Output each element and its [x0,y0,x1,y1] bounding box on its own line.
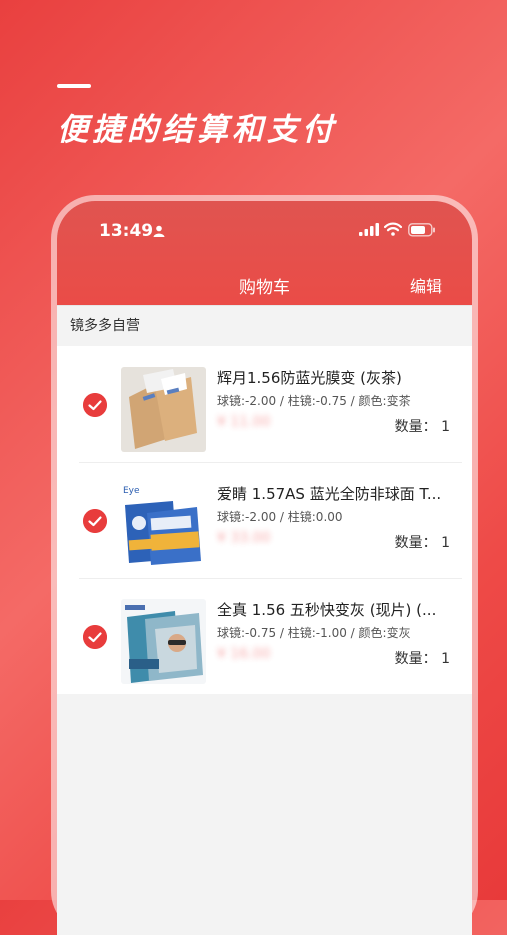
product-price: ¥ 33.00 [217,530,271,546]
phone-screen: 13:49 购物车 编辑 镜多多自营 辉月1.56防蓝光膜变 (灰茶) 球镜:-… [57,201,472,935]
product-image[interactable]: Eye [121,483,206,568]
promo-dash [57,84,91,88]
product-spec: 球镜:-2.00 / 柱镜:-0.75 / 颜色:变茶 [217,394,411,408]
product-quantity: 数量： 1 [394,419,450,435]
product-quantity: 数量： 1 [394,535,450,551]
product-spec: 球镜:-2.00 / 柱镜:0.00 [217,510,343,524]
cart-item[interactable]: 全真 1.56 五秒快变灰 (现片) (... 球镜:-0.75 / 柱镜:-1… [57,578,472,694]
checked-circle-icon[interactable] [83,393,107,417]
product-price: ¥ 16.00 [217,646,271,662]
store-name: 镜多多自营 [57,305,472,346]
product-name[interactable]: 辉月1.56防蓝光膜变 (灰茶) [217,367,455,388]
wifi-icon [384,222,402,236]
product-image[interactable] [121,599,206,684]
status-time: 13:49 [99,221,154,241]
product-price: ¥ 11.00 [217,414,271,430]
person-icon [153,225,165,237]
cart-item[interactable]: Eye 爱睛 1.57AS 蓝光全防非球面 T... 球镜:-2.00 / 柱镜… [57,462,472,578]
product-name[interactable]: 爱睛 1.57AS 蓝光全防非球面 T... [217,483,455,504]
product-spec: 球镜:-0.75 / 柱镜:-1.00 / 颜色:变灰 [217,626,411,640]
product-name[interactable]: 全真 1.56 五秒快变灰 (现片) (... [217,599,455,620]
signal-icon [359,223,379,236]
battery-icon [408,223,435,237]
cart-item[interactable]: 辉月1.56防蓝光膜变 (灰茶) 球镜:-2.00 / 柱镜:-0.75 / 颜… [57,346,472,462]
svg-text:Eye: Eye [123,486,140,496]
edit-button[interactable]: 编辑 [410,273,442,297]
promo-title: 便捷的结算和支付 [57,112,337,148]
phone-frame: 13:49 购物车 编辑 镜多多自营 辉月1.56防蓝光膜变 (灰茶) 球镜:-… [51,195,478,935]
product-quantity: 数量： 1 [394,651,450,667]
checked-circle-icon[interactable] [83,509,107,533]
checked-circle-icon[interactable] [83,625,107,649]
header: 13:49 购物车 编辑 [57,201,472,305]
product-image[interactable] [121,367,206,452]
cart-list: 辉月1.56防蓝光膜变 (灰茶) 球镜:-2.00 / 柱镜:-0.75 / 颜… [57,346,472,694]
